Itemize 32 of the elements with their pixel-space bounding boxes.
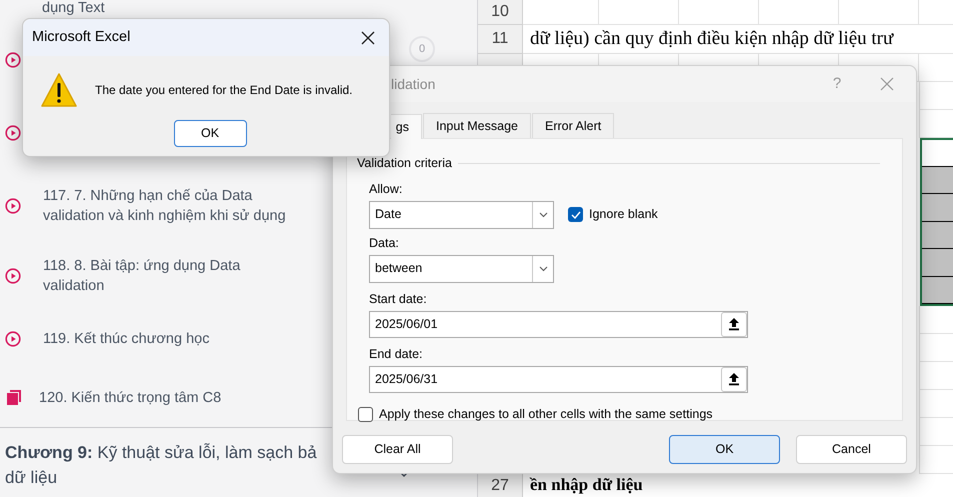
dialog-tab[interactable]: Error Alert [532, 113, 614, 138]
window-title: Microsoft Excel [32, 28, 130, 47]
row-number[interactable]: 27 [478, 474, 523, 497]
row-number[interactable]: 11 [478, 25, 523, 54]
chapter-heading[interactable]: dữ liệu [5, 465, 437, 490]
lesson-title[interactable]: dụng Text [42, 0, 105, 17]
dropdown[interactable]: between [369, 254, 554, 283]
field-label: Start date: [369, 290, 428, 308]
message-text: The date you entered for the End Date is invalid. [95, 82, 352, 99]
dialog-title: lidation [391, 74, 436, 94]
progress-ring: 0 [409, 36, 435, 62]
dialog-button[interactable]: OK [669, 435, 780, 464]
field-label: End date: [369, 346, 424, 363]
dropdown[interactable]: Date [369, 200, 554, 229]
dialog-tab[interactable]: Input Message [423, 113, 531, 138]
ok-button[interactable]: OK [174, 120, 246, 147]
lesson-title[interactable]: 118. 8. Bài tập: ứng dụng Data validation [43, 256, 305, 296]
dialog-button[interactable]: Clear All [342, 435, 453, 464]
lesson-title[interactable]: 120. Kiến thức trọng tâm C8 [39, 388, 301, 408]
field-label: Allow: [369, 180, 404, 198]
lesson-title[interactable]: 119. Kết thúc chương học [43, 329, 305, 349]
group-label: Validation criteria [357, 155, 452, 172]
checkbox-label[interactable]: Apply these changes to all other cells with the same settings [379, 404, 713, 424]
date-field[interactable]: 2025/06/31 [369, 366, 748, 393]
cell-text: dữ liệu) cần quy định điều kiện nhập dữ liệu trư [523, 25, 953, 54]
dialog-button[interactable]: Cancel [796, 435, 907, 464]
row-number[interactable]: 10 [478, 0, 523, 25]
field-label: Data: [369, 234, 400, 252]
dialog-tab[interactable]: gs [391, 114, 422, 139]
date-field[interactable]: 2025/06/01 [369, 310, 748, 338]
lesson-title[interactable]: 117. 7. Những hạn chế của Data validation và kinh nghiệm khi sử dụng [43, 186, 305, 226]
checkbox-label[interactable]: Ignore blank [589, 205, 658, 224]
